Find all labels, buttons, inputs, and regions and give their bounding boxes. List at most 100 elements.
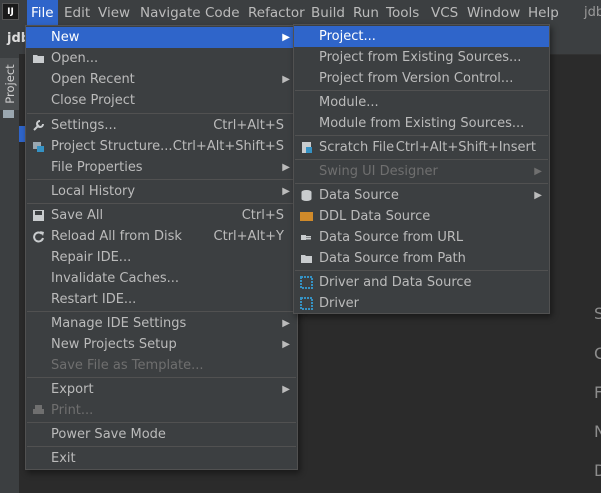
menubar: IJ File Edit View Navigate Code Refactor… bbox=[0, 0, 601, 26]
menu-item-shortcut: Ctrl+Alt+Y bbox=[213, 229, 284, 244]
menu-separator bbox=[27, 311, 296, 312]
database-icon bbox=[301, 190, 312, 201]
menu-separator bbox=[295, 270, 548, 271]
intellij-logo-icon: IJ bbox=[2, 3, 19, 20]
new-swing-ui-designer: Swing UI Designer ▶ bbox=[294, 161, 549, 182]
scratch-file-icon bbox=[302, 142, 312, 153]
file-menu-reload[interactable]: Reload All from Disk Ctrl+Alt+Y bbox=[26, 226, 297, 247]
menu-code[interactable]: Code bbox=[205, 0, 240, 26]
file-menu-restart-ide[interactable]: Restart IDE... bbox=[26, 289, 297, 310]
menu-item-label: Save File as Template... bbox=[51, 358, 204, 373]
menu-navigate[interactable]: Navigate bbox=[140, 0, 201, 26]
menu-item-label: Manage IDE Settings bbox=[51, 316, 187, 331]
file-menu-new[interactable]: New ▶ bbox=[26, 27, 297, 48]
new-driver[interactable]: Driver bbox=[294, 293, 549, 314]
file-menu-local-history[interactable]: Local History ▶ bbox=[26, 181, 297, 202]
new-submenu: Project... Project from Existing Sources… bbox=[293, 24, 550, 314]
menu-item-shortcut: Ctrl+S bbox=[241, 208, 284, 223]
menu-separator bbox=[295, 90, 548, 91]
new-data-source-from-path[interactable]: Data Source from Path bbox=[294, 248, 549, 269]
menu-tools[interactable]: Tools bbox=[386, 0, 419, 26]
submenu-arrow-icon: ▶ bbox=[282, 318, 290, 329]
menu-item-label: Save All bbox=[51, 208, 104, 223]
menu-item-label: Close Project bbox=[51, 93, 136, 108]
submenu-arrow-icon: ▶ bbox=[282, 186, 290, 197]
menu-item-label: Power Save Mode bbox=[51, 427, 166, 442]
new-data-source[interactable]: Data Source ▶ bbox=[294, 185, 549, 206]
menu-separator bbox=[295, 135, 548, 136]
menu-file[interactable]: File bbox=[27, 0, 58, 26]
menu-edit[interactable]: Edit bbox=[64, 0, 90, 26]
menu-build[interactable]: Build bbox=[311, 0, 345, 26]
file-menu-exit[interactable]: Exit bbox=[26, 448, 297, 469]
file-menu-file-properties[interactable]: File Properties ▶ bbox=[26, 157, 297, 178]
file-menu-export[interactable]: Export ▶ bbox=[26, 379, 297, 400]
menu-item-label: Settings... bbox=[51, 118, 117, 133]
new-ddl-data-source[interactable]: DDL Data Source bbox=[294, 206, 549, 227]
menu-item-label: Open Recent bbox=[51, 72, 135, 87]
wrench-icon bbox=[33, 120, 44, 131]
file-menu-print: Print... bbox=[26, 400, 297, 421]
new-module[interactable]: Module... bbox=[294, 92, 549, 113]
submenu-arrow-icon: ▶ bbox=[282, 32, 290, 43]
submenu-arrow-icon: ▶ bbox=[534, 190, 542, 201]
menu-separator bbox=[295, 183, 548, 184]
menu-item-label: Local History bbox=[51, 184, 136, 199]
menu-item-shortcut: Ctrl+Alt+Shift+S bbox=[172, 139, 284, 154]
project-tool-tab-label: Project bbox=[3, 64, 17, 104]
menu-item-shortcut: Ctrl+Alt+Shift+Insert bbox=[395, 140, 536, 155]
menu-item-label: Export bbox=[51, 382, 94, 397]
file-menu-project-structure[interactable]: Project Structure... Ctrl+Alt+Shift+S bbox=[26, 136, 297, 157]
driver-icon bbox=[300, 276, 313, 289]
file-menu-manage-ide-settings[interactable]: Manage IDE Settings ▶ bbox=[26, 313, 297, 334]
menu-item-label: DDL Data Source bbox=[319, 209, 431, 224]
new-module-from-existing[interactable]: Module from Existing Sources... bbox=[294, 113, 549, 134]
menu-vcs[interactable]: VCS bbox=[431, 0, 458, 26]
menu-item-label: New Projects Setup bbox=[51, 337, 177, 352]
file-menu-invalidate-caches[interactable]: Invalidate Caches... bbox=[26, 268, 297, 289]
window-title: jdb bbox=[584, 5, 601, 20]
editor-text-fragment: S bbox=[594, 304, 601, 323]
menu-item-label: Module... bbox=[319, 95, 379, 110]
folder-icon bbox=[3, 110, 14, 118]
file-menu-open-recent[interactable]: Open Recent ▶ bbox=[26, 69, 297, 90]
new-project[interactable]: Project... bbox=[294, 26, 549, 47]
menu-item-label: Data Source from Path bbox=[319, 251, 466, 266]
plug-icon bbox=[301, 235, 311, 240]
menu-item-label: Data Source from URL bbox=[319, 230, 464, 245]
menu-refactor[interactable]: Refactor bbox=[248, 0, 305, 26]
project-structure-icon bbox=[33, 142, 44, 152]
file-menu-save-as-template: Save File as Template... bbox=[26, 355, 297, 376]
menu-item-label: Driver bbox=[319, 296, 360, 311]
driver-icon bbox=[300, 297, 313, 310]
file-menu-new-projects-setup[interactable]: New Projects Setup ▶ bbox=[26, 334, 297, 355]
submenu-arrow-icon: ▶ bbox=[282, 74, 290, 85]
menu-window[interactable]: Window bbox=[467, 0, 520, 26]
submenu-arrow-icon: ▶ bbox=[534, 166, 542, 177]
menu-separator bbox=[295, 159, 548, 160]
file-menu-save-all[interactable]: Save All Ctrl+S bbox=[26, 205, 297, 226]
menu-separator bbox=[27, 377, 296, 378]
file-menu-power-save-mode[interactable]: Power Save Mode bbox=[26, 424, 297, 445]
file-menu-close-project[interactable]: Close Project bbox=[26, 90, 297, 111]
new-project-from-vcs[interactable]: Project from Version Control... bbox=[294, 68, 549, 89]
tool-window-strip: Project bbox=[0, 26, 20, 493]
file-menu-open[interactable]: Open... bbox=[26, 48, 297, 69]
menu-item-label: Restart IDE... bbox=[51, 292, 137, 307]
project-tool-tab[interactable]: Project bbox=[0, 58, 19, 110]
menu-help[interactable]: Help bbox=[528, 0, 559, 26]
new-project-from-existing[interactable]: Project from Existing Sources... bbox=[294, 47, 549, 68]
menu-view[interactable]: View bbox=[98, 0, 130, 26]
new-data-source-from-url[interactable]: Data Source from URL bbox=[294, 227, 549, 248]
menu-item-label: Print... bbox=[51, 403, 94, 418]
new-scratch-file[interactable]: Scratch File Ctrl+Alt+Shift+Insert bbox=[294, 137, 549, 158]
menu-separator bbox=[27, 179, 296, 180]
new-driver-and-data-source[interactable]: Driver and Data Source bbox=[294, 272, 549, 293]
menu-item-label: Project from Existing Sources... bbox=[319, 50, 522, 65]
reload-icon bbox=[33, 231, 44, 243]
save-icon bbox=[33, 210, 44, 221]
submenu-arrow-icon: ▶ bbox=[282, 384, 290, 395]
file-menu-repair-ide[interactable]: Repair IDE... bbox=[26, 247, 297, 268]
menu-run[interactable]: Run bbox=[353, 0, 379, 26]
file-menu-settings[interactable]: Settings... Ctrl+Alt+S bbox=[26, 115, 297, 136]
